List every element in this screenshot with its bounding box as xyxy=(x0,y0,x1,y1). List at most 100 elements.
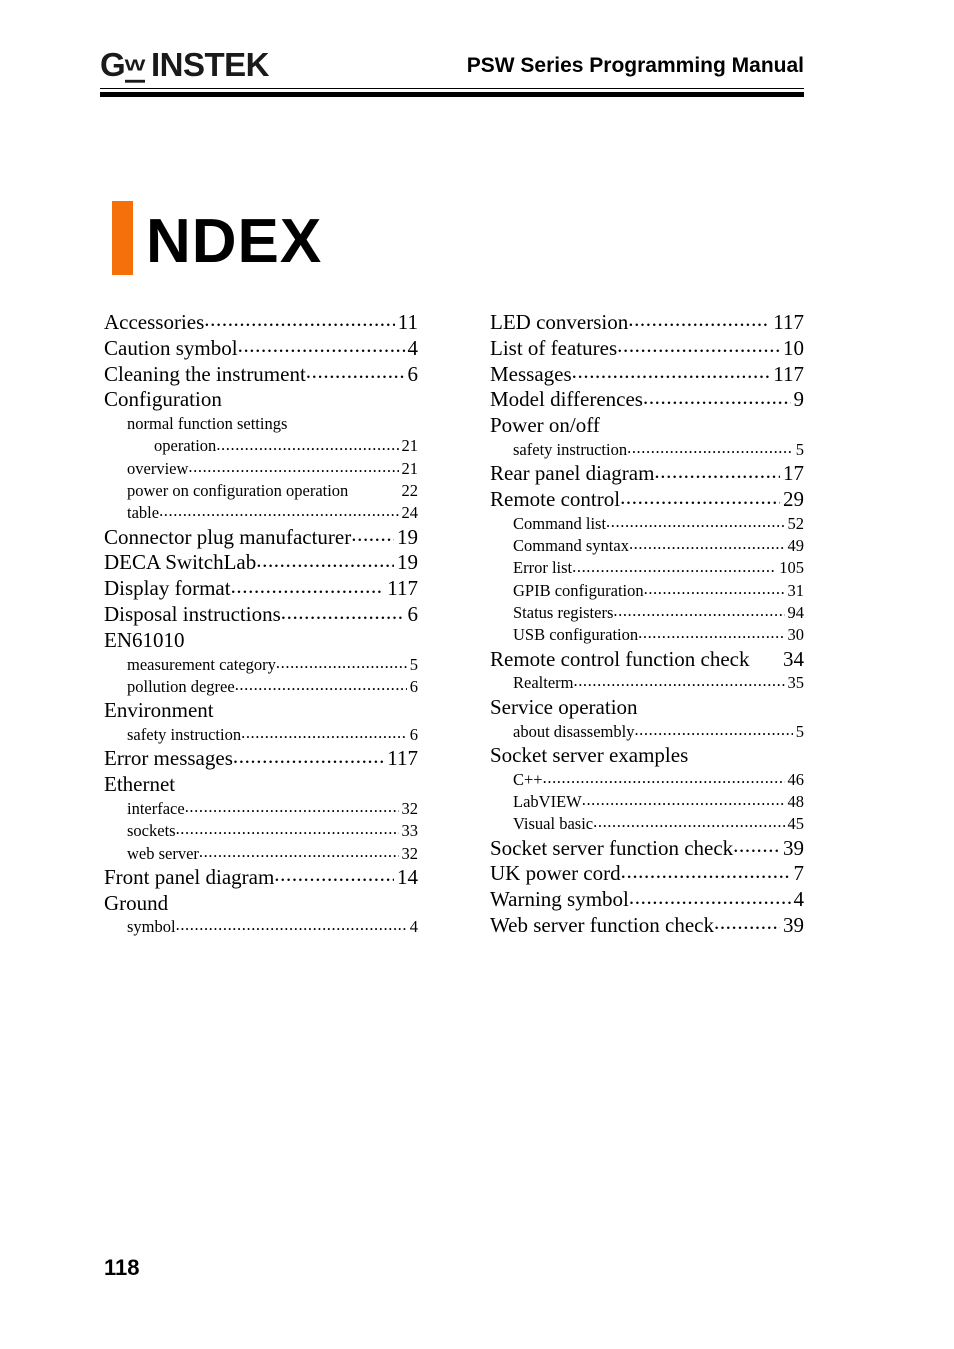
index-entry-page: 6 xyxy=(409,725,418,745)
index-entry[interactable]: Socket server examples xyxy=(490,743,804,769)
index-entry-page: 105 xyxy=(779,558,804,578)
header-rule-thick xyxy=(100,92,804,97)
dot-leader xyxy=(176,914,407,936)
index-entry-label: Error list xyxy=(513,558,573,578)
index-entry[interactable]: UK power cord 7 xyxy=(490,861,804,887)
index-entry[interactable]: Socket server function check 39 xyxy=(490,836,804,862)
index-entry[interactable]: Messages 117 xyxy=(490,362,804,388)
index-entry[interactable]: Caution symbol 4 xyxy=(104,336,418,362)
index-entry-label: operation xyxy=(154,436,217,456)
logo-letter-g: G xyxy=(100,46,126,83)
index-entry-page: 10 xyxy=(783,335,804,360)
index-entry[interactable]: EN61010 xyxy=(104,628,418,654)
index-entry[interactable]: C++ 46 xyxy=(490,769,804,791)
index-entry[interactable]: Warning symbol 4 xyxy=(490,887,804,913)
index-entry[interactable]: pollution degree 6 xyxy=(104,676,418,698)
index-initial-bar xyxy=(112,201,133,275)
index-entry[interactable]: overview 21 xyxy=(104,458,418,480)
index-entry-page: 30 xyxy=(787,625,805,645)
index-entry-label: power on configuration operation xyxy=(127,481,349,501)
index-entry-page: 14 xyxy=(397,864,418,889)
index-entry-label: Service operation xyxy=(490,694,638,719)
index-entry[interactable]: Realterm 35 xyxy=(490,672,804,694)
index-entry-page: 21 xyxy=(401,458,419,478)
index-entry[interactable]: LabVIEW 48 xyxy=(490,791,804,813)
dot-leader xyxy=(185,796,399,818)
index-entry[interactable]: Web server function check 39 xyxy=(490,913,804,939)
index-entry-label: LabVIEW xyxy=(513,791,582,811)
index-entry-page: 39 xyxy=(783,912,804,937)
index-entry-page: 4 xyxy=(409,917,418,937)
dot-leader xyxy=(654,459,780,485)
index-entry[interactable]: USB configuration 30 xyxy=(490,624,804,646)
index-entry[interactable]: measurement category 5 xyxy=(104,654,418,676)
index-entry-page: 4 xyxy=(407,335,419,360)
manual-title: PSW Series Programming Manual xyxy=(466,54,804,77)
index-entry[interactable]: LED conversion 117 xyxy=(490,310,804,336)
dot-leader xyxy=(306,359,405,385)
index-entry[interactable]: Command syntax 49 xyxy=(490,535,804,557)
index-entry[interactable]: Cleaning the instrument 6 xyxy=(104,362,418,388)
index-columns: Accessories11Caution symbol4Cleaning the… xyxy=(104,310,804,939)
page-header: G W INSTEK PSW Series Programming Manual xyxy=(100,48,804,98)
dot-leader xyxy=(216,434,398,456)
dot-leader xyxy=(606,511,784,533)
index-entry[interactable]: Remote control function check 34 xyxy=(490,647,804,673)
dot-leader xyxy=(629,885,791,911)
index-entry[interactable]: about disassembly 5 xyxy=(490,721,804,743)
index-entry[interactable]: symbol 4 xyxy=(104,916,418,938)
index-entry[interactable]: normal function settings xyxy=(104,413,418,435)
index-entry[interactable]: Service operation xyxy=(490,695,804,721)
index-entry[interactable]: Command list 52 xyxy=(490,513,804,535)
index-entry[interactable]: Front panel diagram 14 xyxy=(104,865,418,891)
dot-leader xyxy=(351,522,394,548)
index-entry[interactable]: Disposal instructions 6 xyxy=(104,602,418,628)
index-entry[interactable]: Display format 117 xyxy=(104,576,418,602)
index-entry-page: 49 xyxy=(787,536,805,556)
index-entry-label: safety instruction xyxy=(127,725,242,745)
index-entry[interactable]: Model differences 9 xyxy=(490,387,804,413)
index-entry[interactable]: power on configuration operation 22 xyxy=(104,480,418,502)
index-entry-label: List of features xyxy=(490,335,618,360)
index-entry[interactable]: interface 32 xyxy=(104,798,418,820)
index-entry-page: 39 xyxy=(783,835,804,860)
index-entry-label: USB configuration xyxy=(513,625,639,645)
index-entry[interactable]: operation 21 xyxy=(104,435,418,457)
dot-leader xyxy=(572,556,776,578)
index-entry-label: Display format xyxy=(104,576,231,601)
index-entry-page: 48 xyxy=(787,791,805,811)
index-entry-label: about disassembly xyxy=(513,721,635,741)
index-entry[interactable]: Ethernet xyxy=(104,772,418,798)
index-entry-page: 24 xyxy=(401,503,419,523)
index-entry-page: 6 xyxy=(407,361,419,386)
index-entry[interactable]: Error list 105 xyxy=(490,557,804,579)
index-entry-label: normal function settings xyxy=(127,414,288,434)
index-entry-label: GPIB configuration xyxy=(513,580,644,600)
index-entry-page: 5 xyxy=(795,721,804,741)
index-entry[interactable]: DECA SwitchLab 19 xyxy=(104,550,418,576)
index-entry[interactable]: Ground xyxy=(104,891,418,917)
index-entry-page: 117 xyxy=(387,576,418,601)
index-entry[interactable]: Error messages 117 xyxy=(104,746,418,772)
index-entry[interactable]: Accessories 11 xyxy=(104,310,418,336)
index-entry-page: 117 xyxy=(387,746,418,771)
index-entry[interactable]: sockets 33 xyxy=(104,820,418,842)
index-entry[interactable]: Status registers 94 xyxy=(490,602,804,624)
index-entry-label: Command list xyxy=(513,513,607,533)
index-entry[interactable]: Connector plug manufacturer 19 xyxy=(104,525,418,551)
index-entry[interactable]: GPIB configuration 31 xyxy=(490,580,804,602)
index-entry[interactable]: List of features 10 xyxy=(490,336,804,362)
dot-leader xyxy=(231,574,385,600)
index-heading-text: NDEX xyxy=(146,207,323,276)
index-entry[interactable]: Environment xyxy=(104,698,418,724)
index-entry-page: 29 xyxy=(783,487,804,512)
dot-leader xyxy=(613,600,784,622)
index-entry[interactable]: Rear panel diagram 17 xyxy=(490,461,804,487)
index-entry-label: LED conversion xyxy=(490,310,629,334)
index-entry-page: 34 xyxy=(783,646,804,671)
index-entry-label: measurement category xyxy=(127,654,276,674)
index-entry[interactable]: Configuration xyxy=(104,387,418,413)
index-entry[interactable]: Remote control 29 xyxy=(490,487,804,513)
index-entry[interactable]: Power on/off xyxy=(490,413,804,439)
dot-leader xyxy=(733,833,780,859)
